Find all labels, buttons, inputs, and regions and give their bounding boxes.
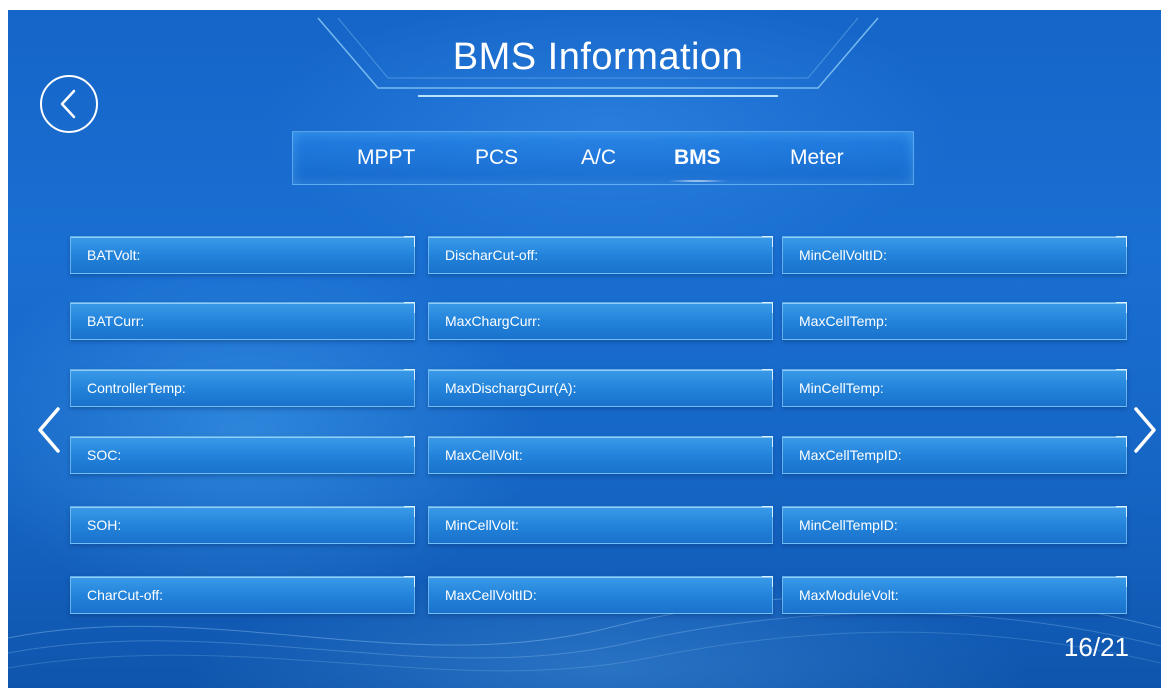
field-controller-temp[interactable]: ControllerTemp: bbox=[70, 369, 415, 407]
field-min-cell-volt-id[interactable]: MinCellVoltID: bbox=[782, 236, 1127, 274]
chevron-right-icon bbox=[1134, 407, 1156, 453]
tab-bar: MPPT PCS A/C BMS Meter bbox=[292, 131, 914, 185]
field-max-charg-curr[interactable]: MaxChargCurr: bbox=[428, 302, 773, 340]
field-bat-curr[interactable]: BATCurr: bbox=[70, 302, 415, 340]
page-title: BMS Information bbox=[452, 36, 744, 78]
tab-meter[interactable]: Meter bbox=[790, 146, 844, 170]
field-char-cut-off[interactable]: CharCut-off: bbox=[70, 576, 415, 614]
tab-ac[interactable]: A/C bbox=[581, 146, 616, 170]
prev-page-button[interactable] bbox=[32, 405, 66, 455]
field-soc[interactable]: SOC: bbox=[70, 436, 415, 474]
active-tab-indicator bbox=[668, 180, 727, 182]
next-page-button[interactable] bbox=[1128, 405, 1161, 455]
field-max-cell-temp[interactable]: MaxCellTemp: bbox=[782, 302, 1127, 340]
field-min-cell-temp[interactable]: MinCellTemp: bbox=[782, 369, 1127, 407]
tab-mppt[interactable]: MPPT bbox=[357, 146, 415, 170]
title-frame: BMS Information bbox=[308, 10, 888, 110]
back-circle-icon bbox=[60, 89, 76, 119]
field-max-cell-volt-id[interactable]: MaxCellVoltID: bbox=[428, 576, 773, 614]
bms-screen: BMS Information MPPT PCS A/C BMS Meter B… bbox=[8, 10, 1161, 688]
chevron-left-icon bbox=[38, 407, 60, 453]
field-dischar-cut-off[interactable]: DischarCut-off: bbox=[428, 236, 773, 274]
tab-bms[interactable]: BMS bbox=[668, 146, 727, 182]
field-max-cell-temp-id[interactable]: MaxCellTempID: bbox=[782, 436, 1127, 474]
page-counter: 16/21 bbox=[1063, 632, 1129, 662]
tab-pcs[interactable]: PCS bbox=[475, 146, 518, 170]
field-min-cell-volt[interactable]: MinCellVolt: bbox=[428, 506, 773, 544]
field-bat-volt[interactable]: BATVolt: bbox=[70, 236, 415, 274]
field-soh[interactable]: SOH: bbox=[70, 506, 415, 544]
field-max-cell-volt[interactable]: MaxCellVolt: bbox=[428, 436, 773, 474]
back-button[interactable] bbox=[40, 75, 98, 133]
field-max-module-volt[interactable]: MaxModuleVolt: bbox=[782, 576, 1127, 614]
field-min-cell-temp-id[interactable]: MinCellTempID: bbox=[782, 506, 1127, 544]
field-max-discharg-curr[interactable]: MaxDischargCurr(A): bbox=[428, 369, 773, 407]
